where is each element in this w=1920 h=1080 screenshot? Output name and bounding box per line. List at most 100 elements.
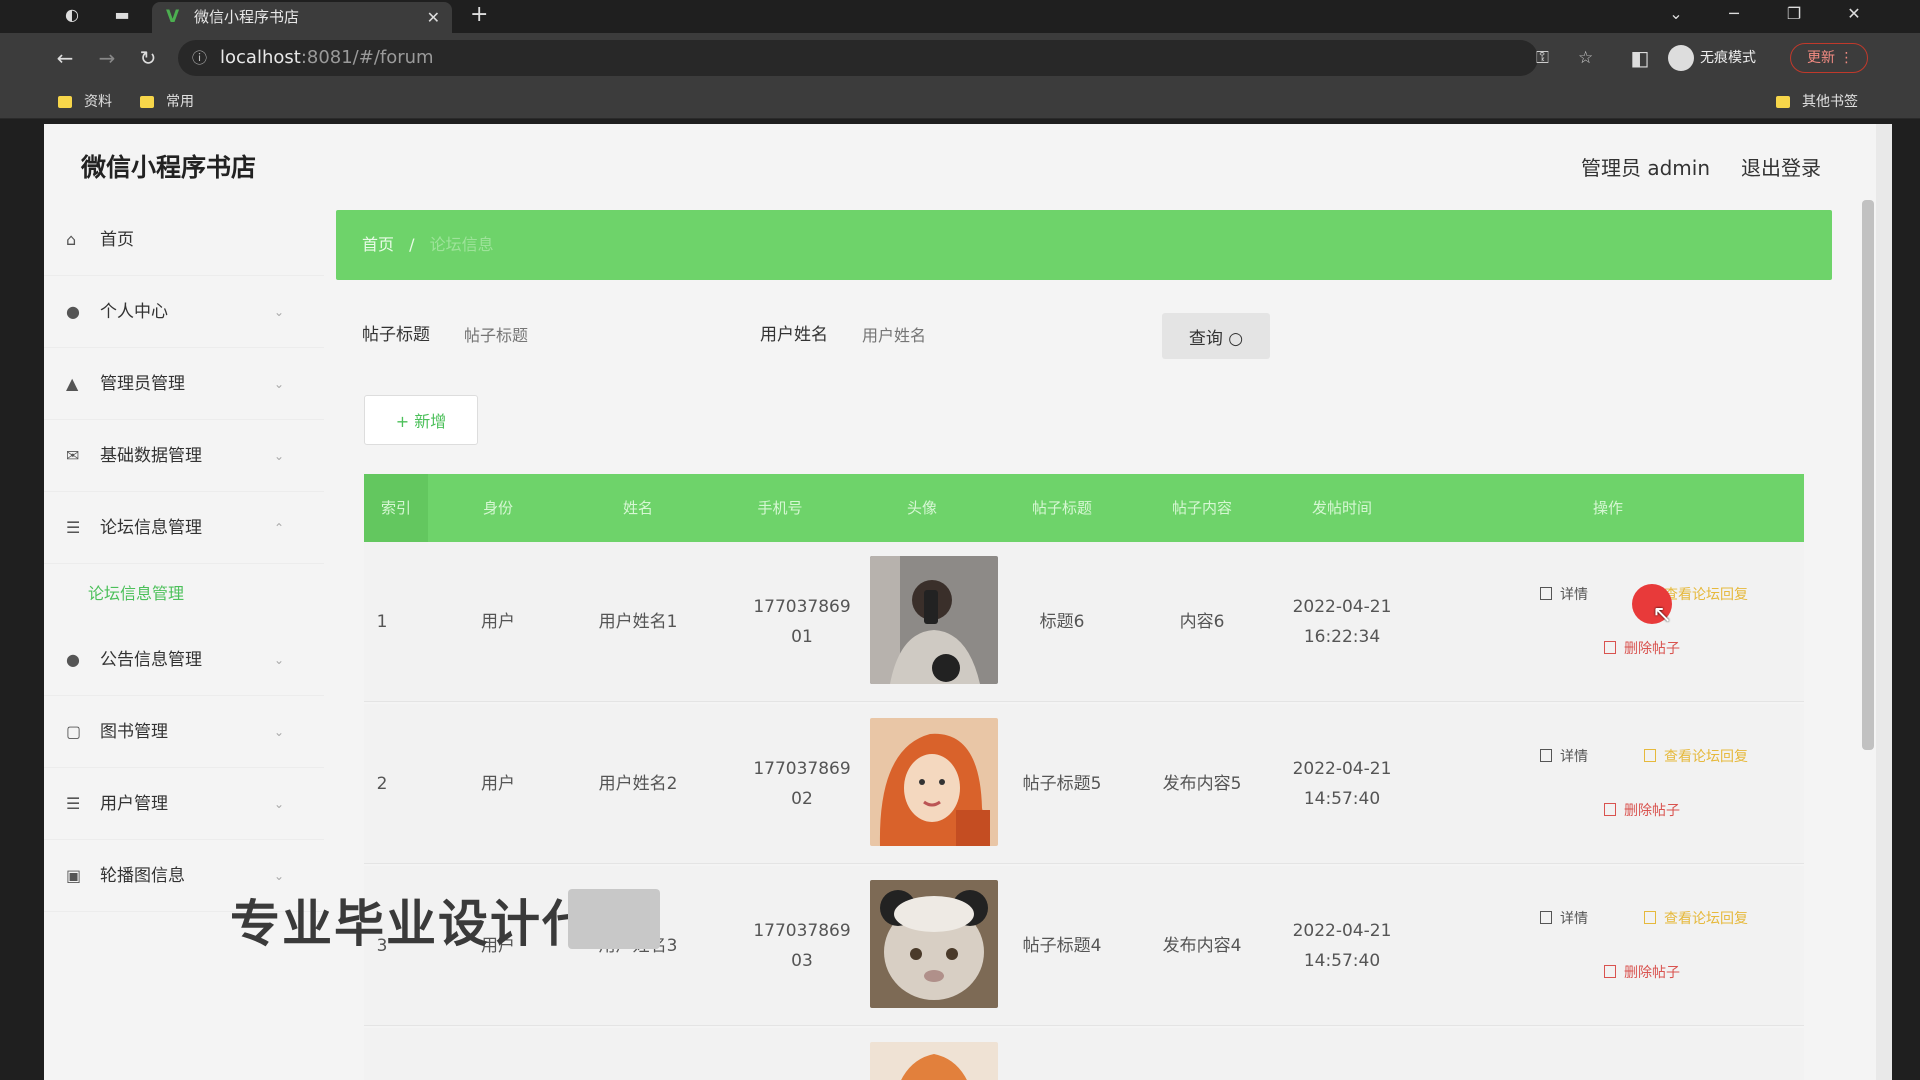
user-filter-input[interactable] <box>850 314 1120 356</box>
update-label: 更新 <box>1807 50 1835 66</box>
incognito-label: 无痕模式 <box>1700 50 1756 66</box>
sidebar-subitem-forum-manage[interactable]: 论坛信息管理 <box>44 564 324 624</box>
detail-label: 详情 <box>1560 749 1588 765</box>
breadcrumb: 首页 / 论坛信息 <box>336 210 1832 280</box>
col-date[interactable]: 发帖时间 <box>1272 474 1412 542</box>
browser-tab[interactable]: V 微信小程序书店 ✕ <box>152 2 452 33</box>
edit-icon <box>1644 911 1656 924</box>
close-tab-icon[interactable]: ✕ <box>427 2 440 33</box>
back-icon[interactable]: ← <box>50 43 80 73</box>
sidebar-item-admin[interactable]: ▲ 管理员管理 ⌄ <box>44 348 324 420</box>
cell-phone: 17703786902 <box>753 759 851 809</box>
delete-label: 删除帖子 <box>1624 641 1680 657</box>
sidepanel-icon[interactable]: ◧ <box>1625 43 1655 73</box>
sidebar-item-forum[interactable]: ☰ 论坛信息管理 ⌃ <box>44 492 324 564</box>
search-filters: 帖子标题 用户姓名 查询 ○ <box>336 280 1832 390</box>
table-row: 2 用户 用户姓名2 17703786902 帖子标题5 发布内容5 2022-… <box>364 704 1804 864</box>
tab-search-icon[interactable]: ▬ <box>108 0 136 33</box>
bookmark-star-icon[interactable]: ☆ <box>1578 40 1593 76</box>
sidebar-item-basic-data[interactable]: ✉ 基础数据管理 ⌄ <box>44 420 324 492</box>
folder-icon <box>1776 96 1790 108</box>
forward-icon[interactable]: → <box>92 43 122 73</box>
add-button[interactable]: + 新增 <box>364 395 478 445</box>
col-index[interactable]: 索引 <box>364 474 428 542</box>
vue-logo-icon: V <box>166 7 180 27</box>
minimize-icon[interactable]: ─ <box>1714 0 1754 33</box>
detail-button[interactable]: 详情 <box>1540 908 1588 928</box>
date-text: 2022-04-21 <box>1292 597 1392 617</box>
incognito-icon <box>1668 45 1694 71</box>
col-content[interactable]: 帖子内容 <box>1132 474 1272 542</box>
mouse-pointer-icon: ↖ <box>1652 600 1673 628</box>
col-phone[interactable]: 手机号 <box>708 474 852 542</box>
sidebar-item-books[interactable]: ▢ 图书管理 ⌄ <box>44 696 324 768</box>
delete-post-button[interactable]: 删除帖子 <box>1604 800 1680 820</box>
breadcrumb-home[interactable]: 首页 <box>362 235 394 254</box>
detail-button[interactable]: 详情 <box>1540 746 1588 766</box>
list-icon: ☰ <box>66 518 81 537</box>
date-text: 2022-04-21 <box>1292 759 1392 779</box>
browser-tab-bar: ◐ ▬ V 微信小程序书店 ✕ + ⌄ ─ ❐ ✕ <box>0 0 1920 33</box>
date-text: 2022-04-21 <box>1292 921 1392 941</box>
page-scrollbar[interactable] <box>1876 124 1892 1080</box>
view-replies-button[interactable]: 查看论坛回复 <box>1644 908 1748 928</box>
doc-icon <box>1540 911 1552 924</box>
col-avatar[interactable]: 头像 <box>852 474 992 542</box>
sidebar-item-notice[interactable]: ● 公告信息管理 ⌄ <box>44 624 324 696</box>
view-replies-button[interactable]: 查看论坛回复 <box>1644 746 1748 766</box>
sidebar-item-home[interactable]: ⌂ 首页 <box>44 204 324 276</box>
sidebar-item-label: 管理员管理 <box>100 374 185 394</box>
title-filter-input[interactable] <box>452 314 722 356</box>
detail-button[interactable]: 详情 <box>1540 584 1588 604</box>
cell-date: 2022-04-21 14:57:40 <box>1272 866 1412 1026</box>
query-button[interactable]: 查询 ○ <box>1162 313 1270 359</box>
page-scrollbar-thumb[interactable] <box>1862 200 1874 750</box>
new-tab-icon[interactable]: + <box>470 0 488 33</box>
time-text: 16:22:34 <box>1303 627 1381 647</box>
sidebar-item-label: 轮播图信息 <box>100 866 185 886</box>
key-icon[interactable]: ⚿ <box>1536 40 1549 76</box>
watermark-blur <box>568 889 660 949</box>
close-window-icon[interactable]: ✕ <box>1834 0 1874 33</box>
book-icon: ▢ <box>66 722 82 741</box>
user-filter-label: 用户姓名 <box>760 325 828 345</box>
bookmark-folder-1[interactable]: 资料 <box>58 85 112 119</box>
restore-icon[interactable]: ❐ <box>1774 0 1814 33</box>
site-info-icon[interactable]: ⓘ <box>192 40 207 76</box>
sidebar-item-label: 基础数据管理 <box>100 446 202 466</box>
bookmarks-bar: 资料 常用 其他书签 <box>0 85 1920 119</box>
window-edge-left <box>0 124 44 1080</box>
detail-label: 详情 <box>1560 587 1588 603</box>
cell-date: 2022-04-21 16:22:34 <box>1272 542 1412 702</box>
profile-icon[interactable]: ◐ <box>58 0 86 33</box>
delete-post-button[interactable]: 删除帖子 <box>1604 638 1680 658</box>
col-title[interactable]: 帖子标题 <box>992 474 1132 542</box>
sidebar-item-profile[interactable]: ● 个人中心 ⌄ <box>44 276 324 348</box>
other-bookmarks[interactable]: 其他书签 <box>1776 85 1858 119</box>
url-path: :8081/#/forum <box>300 47 434 68</box>
incognito-indicator[interactable]: 无痕模式 <box>1668 41 1756 75</box>
sidebar-item-label: 公告信息管理 <box>100 650 202 670</box>
other-bookmarks-label: 其他书签 <box>1802 94 1858 110</box>
bookmark-folder-2[interactable]: 常用 <box>140 85 194 119</box>
logout-link[interactable]: 退出登录 <box>1741 152 1821 181</box>
trash-icon <box>1604 641 1616 654</box>
admin-icon: ▲ <box>66 374 79 393</box>
tab-list-icon[interactable]: ⌄ <box>1656 0 1696 33</box>
reload-icon[interactable]: ↻ <box>133 43 163 73</box>
chevron-down-icon: ⌄ <box>273 449 284 463</box>
tab-title: 微信小程序书店 <box>194 8 300 26</box>
home-icon: ⌂ <box>66 230 77 249</box>
chevron-down-icon: ⌄ <box>273 797 284 811</box>
col-role[interactable]: 身份 <box>428 474 568 542</box>
chevron-up-icon: ⌃ <box>273 521 284 535</box>
avatar <box>870 880 998 1008</box>
chevron-down-icon: ⌄ <box>273 305 284 319</box>
update-button[interactable]: 更新 ⋮ <box>1790 43 1868 73</box>
col-name[interactable]: 姓名 <box>568 474 708 542</box>
sidebar-item-users[interactable]: ☰ 用户管理 ⌄ <box>44 768 324 840</box>
delete-post-button[interactable]: 删除帖子 <box>1604 962 1680 982</box>
table-header: 索引 身份 姓名 手机号 头像 帖子标题 帖子内容 发帖时间 操作 <box>364 474 1804 542</box>
url-field[interactable]: ⓘ localhost:8081/#/forum ⚿ ☆ <box>178 40 1593 76</box>
delete-label: 删除帖子 <box>1624 803 1680 819</box>
